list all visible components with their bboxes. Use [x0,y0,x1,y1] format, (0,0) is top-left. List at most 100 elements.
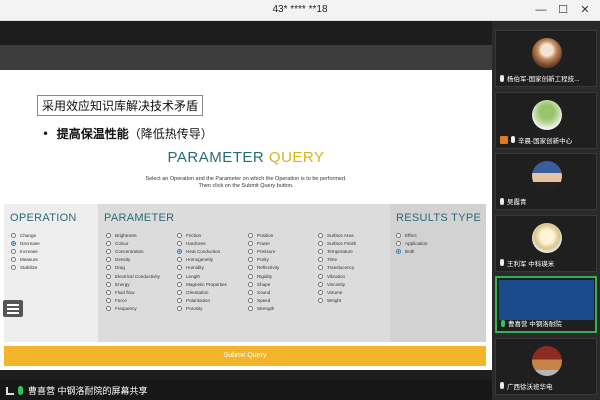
participant-tile[interactable]: 王利军 中科瑛米 [495,214,597,272]
participant-tile[interactable]: 杨伯军-国家创新工程技... [495,30,597,87]
results-option[interactable]: Effect [396,233,417,238]
radio-button[interactable] [177,249,182,255]
parameter-option[interactable]: Temperature [318,249,353,255]
radio-button[interactable] [11,249,16,255]
results-option[interactable]: Application [396,241,427,247]
parameter-option[interactable]: Hardness [177,241,206,247]
parameter-option[interactable]: Length [177,273,200,279]
radio-button[interactable] [396,241,401,247]
radio-button[interactable] [248,265,253,271]
parameter-option[interactable]: Vibration [318,273,345,279]
results-option[interactable]: Both [396,249,414,255]
submit-query-button[interactable]: Submit Query [4,346,486,366]
radio-button[interactable] [318,289,323,295]
parameter-option[interactable]: Electrical Conductivity [106,273,160,279]
parameter-option[interactable]: Concentration [106,249,144,255]
parameter-option[interactable]: Polarisation [177,297,210,303]
radio-button[interactable] [11,233,16,238]
close-button[interactable]: ✕ [574,2,596,18]
radio-button[interactable] [248,273,253,279]
parameter-option[interactable]: Volume [318,289,342,295]
operation-option[interactable]: Change [11,233,36,238]
parameter-option[interactable]: Reflectivity [248,265,279,271]
radio-button[interactable] [106,297,111,303]
radio-button[interactable] [106,305,111,311]
radio-button[interactable] [318,249,323,255]
radio-button[interactable] [177,257,182,263]
operation-option[interactable]: Stabilize [11,265,37,271]
radio-button[interactable] [177,233,182,238]
radio-button[interactable] [318,273,323,279]
parameter-option[interactable]: Heat Conduction [177,249,220,255]
radio-button[interactable] [177,241,182,247]
radio-button[interactable] [11,265,16,271]
parameter-option[interactable]: Frequency [106,305,137,311]
parameter-option[interactable]: Purity [248,257,269,263]
radio-button[interactable] [177,273,182,279]
radio-button[interactable] [177,289,182,295]
minimize-button[interactable]: — [530,2,552,18]
participant-tile[interactable]: 曹喜营 中钢洛耐院 [495,276,597,333]
parameter-option[interactable]: Viscosity [318,281,345,287]
parameter-option[interactable]: Translucency [318,265,354,271]
parameter-option[interactable]: Shape [248,281,270,287]
radio-button[interactable] [106,265,111,271]
participant-tile[interactable]: 辛晨-国家创新中心 [495,91,597,149]
radio-button[interactable] [106,289,111,295]
participant-tile[interactable]: 广西徐沃班华电 [495,337,597,395]
parameter-option[interactable]: Strength [248,305,274,311]
parameter-option[interactable]: Magnetic Properties [177,281,227,287]
radio-button[interactable] [318,297,323,303]
radio-button[interactable] [318,257,323,263]
parameter-option[interactable]: Brightness [106,233,137,238]
parameter-option[interactable]: Friction [177,233,201,238]
parameter-option[interactable]: Speed [248,297,270,303]
operation-option[interactable]: Decrease [11,241,40,247]
parameter-option[interactable]: Surface Area [318,233,354,238]
radio-button[interactable] [248,257,253,263]
radio-button[interactable] [248,289,253,295]
parameter-option[interactable]: Homogeneity [177,257,213,263]
radio-button[interactable] [396,233,401,238]
parameter-option[interactable]: Force [106,297,127,303]
parameter-option[interactable]: Rigidity [248,273,272,279]
parameter-option[interactable]: Sound [248,289,270,295]
radio-button[interactable] [318,241,323,247]
parameter-option[interactable]: Orientation [177,289,208,295]
parameter-option[interactable]: Surface Finish [318,241,356,247]
radio-button[interactable] [318,281,323,287]
radio-button[interactable] [396,249,401,255]
radio-button[interactable] [106,249,111,255]
maximize-button[interactable]: ☐ [552,2,574,18]
parameter-option[interactable]: Colour [106,241,129,247]
radio-button[interactable] [248,305,253,311]
radio-button[interactable] [248,233,253,238]
parameter-option[interactable]: Energy [106,281,130,287]
parameter-option[interactable]: Power [248,241,270,247]
operation-option[interactable]: Increase [11,249,38,255]
radio-button[interactable] [248,297,253,303]
radio-button[interactable] [248,249,253,255]
radio-button[interactable] [177,297,182,303]
parameter-option[interactable]: Density [106,257,130,263]
parameter-option[interactable]: Humidity [177,265,204,271]
parameter-option[interactable]: Porosity [177,305,203,311]
radio-button[interactable] [106,281,111,287]
radio-button[interactable] [248,241,253,247]
parameter-option[interactable]: Position [248,233,273,238]
parameter-option[interactable]: Fluid flow [106,289,134,295]
radio-button[interactable] [106,241,111,247]
menu-icon[interactable] [3,300,23,317]
radio-button[interactable] [318,233,323,238]
parameter-option[interactable]: Time [318,257,337,263]
operation-option[interactable]: Measure [11,257,38,263]
radio-button[interactable] [248,281,253,287]
radio-button[interactable] [106,233,111,238]
radio-button[interactable] [177,305,182,311]
radio-button[interactable] [177,265,182,271]
radio-button[interactable] [11,257,16,263]
radio-button[interactable] [106,257,111,263]
parameter-option[interactable]: Weight [318,297,341,303]
radio-button[interactable] [177,281,182,287]
radio-button[interactable] [11,241,16,247]
